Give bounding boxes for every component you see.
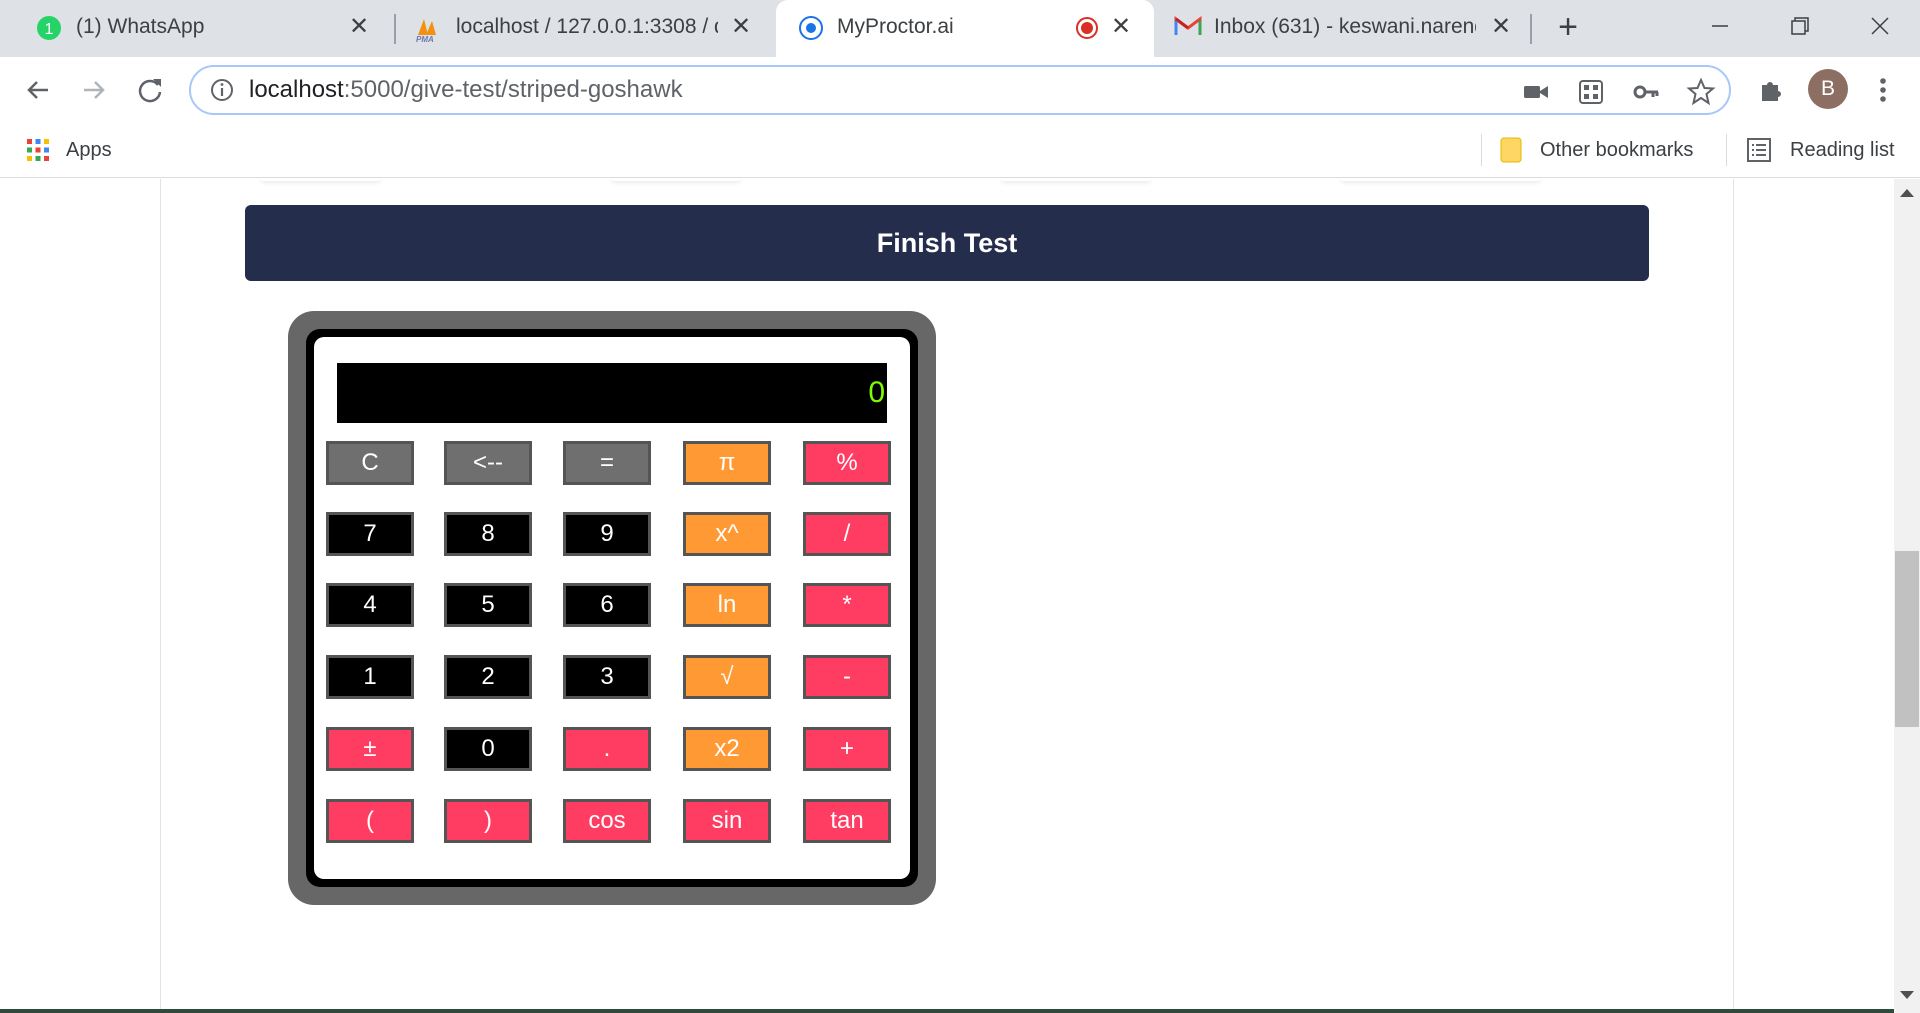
whatsapp-badge: 1 <box>45 21 54 38</box>
recording-icon <box>1076 17 1098 39</box>
calc-key[interactable]: * <box>803 583 891 627</box>
minimize-icon[interactable] <box>1702 8 1738 44</box>
extensions-icon[interactable] <box>1754 73 1788 107</box>
key-icon[interactable] <box>1631 77 1661 107</box>
divider <box>261 179 381 181</box>
tab-myproctor[interactable]: MyProctor.ai ✕ <box>776 0 1154 57</box>
calc-key[interactable]: C <box>326 441 414 485</box>
close-window-icon[interactable] <box>1862 8 1898 44</box>
reading-list-label: Reading list <box>1790 138 1895 161</box>
calculator-display: 0 <box>337 363 887 423</box>
taskbar-edge <box>0 1009 1894 1013</box>
scroll-down-arrow-icon[interactable] <box>1900 991 1914 999</box>
divider <box>611 179 741 181</box>
calculator-face: 0 C <-- = π% 7 8 9 x^ / 4 5 6 ln * 1 2 3 √ - ±0. x2 + () cos sin… <box>314 337 910 879</box>
address-bar[interactable]: localhost:5000/give-test/striped-goshawk <box>189 65 1731 115</box>
url-host: localhost <box>249 76 344 103</box>
profile-avatar[interactable]: B <box>1808 69 1848 109</box>
calc-key[interactable]: x^ <box>683 512 771 556</box>
calc-key[interactable]: ) <box>444 799 532 843</box>
calc-key[interactable]: 5 <box>444 583 532 627</box>
tab-strip: 1 (1) WhatsApp ✕ PMA localhost / 127.0.0… <box>0 0 1920 57</box>
new-tab-button[interactable]: + <box>1552 10 1584 44</box>
calc-key[interactable]: 4 <box>326 583 414 627</box>
calc-key[interactable]: cos <box>563 799 651 843</box>
restore-icon[interactable] <box>1782 8 1818 44</box>
close-icon[interactable]: ✕ <box>346 14 372 40</box>
tab-title: MyProctor.ai <box>837 15 954 38</box>
calc-key[interactable]: = <box>563 441 651 485</box>
tab-title: (1) WhatsApp <box>76 15 205 38</box>
scroll-up-arrow-icon[interactable] <box>1900 189 1914 197</box>
tab-divider <box>1530 14 1532 44</box>
calc-key[interactable]: ( <box>326 799 414 843</box>
qr-code-icon[interactable] <box>1576 77 1606 107</box>
other-bookmarks[interactable]: Other bookmarks <box>1500 122 1693 178</box>
calc-key[interactable]: + <box>803 727 891 771</box>
close-icon[interactable]: ✕ <box>1488 14 1514 40</box>
tab-title: localhost / 127.0.0.1:3308 / q <box>456 15 718 38</box>
browser-toolbar: localhost:5000/give-test/striped-goshawk… <box>0 57 1920 122</box>
menu-kebab-icon[interactable] <box>1866 73 1900 107</box>
calc-key[interactable]: 3 <box>563 655 651 699</box>
close-icon[interactable]: ✕ <box>1108 14 1134 40</box>
calc-key[interactable]: π <box>683 441 771 485</box>
calculator: 0 C <-- = π% 7 8 9 x^ / 4 5 6 ln * 1 2 3 √ - ±0. x2 + () cos sin… <box>288 311 936 905</box>
svg-text:PMA: PMA <box>416 35 434 43</box>
tab-phpmyadmin[interactable]: PMA localhost / 127.0.0.1:3308 / q ✕ <box>396 0 774 57</box>
calc-key[interactable]: √ <box>683 655 771 699</box>
apps-shortcut[interactable]: Apps <box>26 122 112 178</box>
bookmark-star-icon[interactable] <box>1686 77 1716 107</box>
calc-key[interactable]: 0 <box>444 727 532 771</box>
calc-key[interactable]: 8 <box>444 512 532 556</box>
camera-icon[interactable] <box>1521 77 1551 107</box>
tab-whatsapp[interactable]: 1 (1) WhatsApp ✕ <box>0 0 392 57</box>
url-text: localhost:5000/give-test/striped-goshawk <box>249 76 683 104</box>
page-scrollbar[interactable] <box>1894 179 1920 1013</box>
back-icon[interactable] <box>21 73 55 107</box>
calc-key[interactable]: ± <box>326 727 414 771</box>
page-viewport: Finish Test 0 C <-- = π% 7 8 9 x^ / 4 5 6 ln * 1 2 3 √ - ±0… <box>0 179 1920 1013</box>
calc-key[interactable]: x2 <box>683 727 771 771</box>
calc-key[interactable]: tan <box>803 799 891 843</box>
calc-key[interactable]: 2 <box>444 655 532 699</box>
calc-key[interactable]: 6 <box>563 583 651 627</box>
reload-icon[interactable] <box>133 73 167 107</box>
divider <box>1001 179 1151 181</box>
calculator-bezel: 0 C <-- = π% 7 8 9 x^ / 4 5 6 ln * 1 2 3 √ - ±0. x2 + () cos sin… <box>306 329 918 887</box>
scroll-thumb[interactable] <box>1895 551 1919 727</box>
finish-test-button[interactable]: Finish Test <box>245 205 1649 281</box>
reading-list[interactable]: Reading list <box>1746 122 1895 178</box>
bookmarks-bar: Apps Other bookmarks Reading list <box>0 122 1920 178</box>
calc-key[interactable]: % <box>803 441 891 485</box>
apps-grid-icon <box>26 138 50 162</box>
calc-key[interactable]: 9 <box>563 512 651 556</box>
close-icon[interactable]: ✕ <box>728 14 754 40</box>
other-bookmarks-label: Other bookmarks <box>1540 138 1694 161</box>
calc-key[interactable]: / <box>803 512 891 556</box>
tab-title: Inbox (631) - keswani.narend <box>1214 15 1476 38</box>
folder-icon <box>1500 136 1522 164</box>
calc-key[interactable]: ln <box>683 583 771 627</box>
tab-gmail[interactable]: Inbox (631) - keswani.narend ✕ <box>1156 0 1534 57</box>
calc-key[interactable]: 7 <box>326 512 414 556</box>
calc-key[interactable]: - <box>803 655 891 699</box>
calc-key[interactable]: sin <box>683 799 771 843</box>
reading-list-icon <box>1746 137 1772 163</box>
calc-key[interactable]: 1 <box>326 655 414 699</box>
forward-icon[interactable] <box>77 73 111 107</box>
calc-key[interactable]: . <box>563 727 651 771</box>
url-path: :5000/give-test/striped-goshawk <box>343 76 683 103</box>
chrome-icon <box>798 15 824 41</box>
apps-label: Apps <box>66 138 112 161</box>
bookmarks-divider <box>1726 134 1727 166</box>
info-icon[interactable] <box>209 77 235 103</box>
calc-key[interactable]: <-- <box>444 441 532 485</box>
phpmyadmin-icon: PMA <box>414 15 440 44</box>
bookmarks-divider <box>1481 134 1482 166</box>
divider <box>1341 179 1541 181</box>
whatsapp-icon: 1 <box>36 15 62 41</box>
gmail-icon <box>1174 15 1202 41</box>
